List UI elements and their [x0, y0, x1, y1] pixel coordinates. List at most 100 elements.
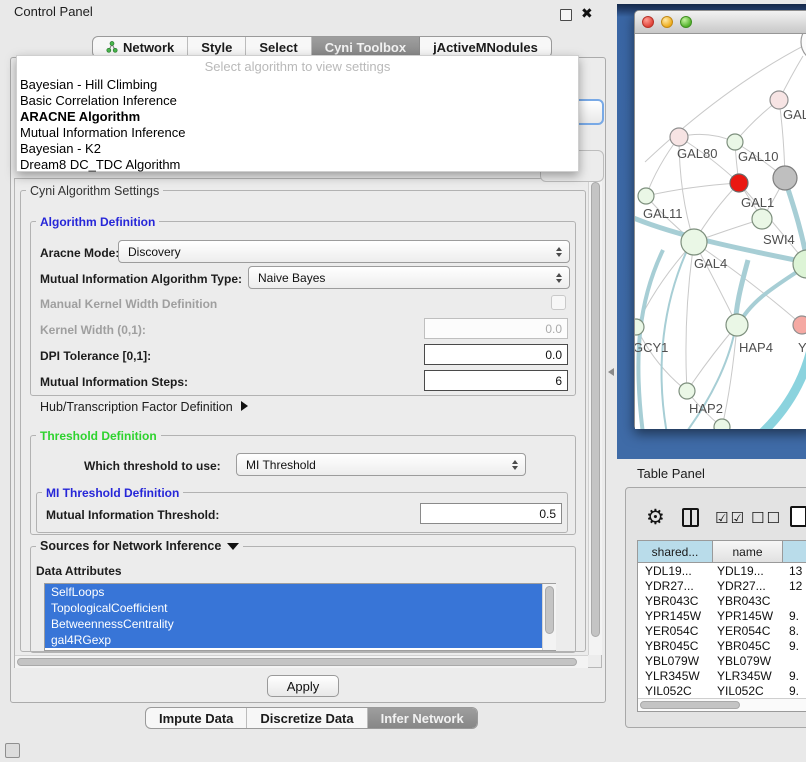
hub-definition-label: Hub/Transcription Factor Definition	[40, 400, 233, 414]
dpi-tolerance-label: DPI Tolerance [0,1]:	[40, 349, 151, 363]
sources-group-toggle[interactable]: Sources for Network Inference	[36, 539, 243, 553]
algorithm-option-bayesian-k2[interactable]: Bayesian - K2	[17, 141, 578, 157]
network-node[interactable]	[714, 419, 730, 429]
table-body: YDL19...YDL19...13YDR27...YDR27...12YBR0…	[638, 563, 806, 701]
float-panel-icon[interactable]	[560, 9, 572, 21]
scrollbar-thumb[interactable]	[640, 701, 740, 709]
network-edge[interactable]	[646, 183, 739, 196]
which-threshold-select[interactable]: MI Threshold	[236, 453, 526, 476]
settings-horizontal-scrollbar[interactable]	[15, 655, 588, 668]
network-node[interactable]	[681, 229, 707, 255]
attribute-item-betweennesscentrality[interactable]: BetweennessCentrality	[45, 616, 542, 632]
apply-button[interactable]: Apply	[267, 675, 339, 697]
column-header-name[interactable]: name	[713, 541, 783, 562]
table-row[interactable]: YBR045CYBR045C9.	[638, 638, 806, 653]
settings-vertical-scrollbar[interactable]	[588, 179, 602, 655]
close-traffic-light-icon[interactable]	[642, 16, 654, 28]
network-node[interactable]	[670, 128, 688, 146]
aracne-mode-select[interactable]: Discovery	[118, 240, 570, 263]
close-icon[interactable]: ✖	[581, 5, 593, 22]
mi-type-label: Mutual Information Algorithm Type:	[40, 272, 242, 286]
split-collapse-arrow-icon[interactable]	[608, 368, 614, 376]
mi-steps-field[interactable]: 6	[424, 370, 568, 391]
network-node[interactable]	[730, 174, 748, 192]
kernel-width-label: Kernel Width (0,1):	[40, 323, 146, 337]
scrollbar-thumb[interactable]	[17, 658, 577, 666]
unchecked-columns-icon[interactable]: ☐☐	[751, 509, 782, 527]
kernel-width-field[interactable]: 0.0	[424, 318, 568, 339]
algorithm-list: Bayesian - Hill ClimbingBasic Correlatio…	[17, 77, 578, 173]
table-row[interactable]: YIL052CYIL052C9.	[638, 683, 806, 698]
column-header-shared[interactable]: shared...	[638, 541, 713, 562]
tab-infer-network[interactable]: Infer Network	[368, 708, 477, 728]
network-view-window[interactable]: GALGAL80GAL10GAL11GAL1SWI4GAL4GCY1HAP4YH…	[634, 10, 806, 429]
zoom-traffic-light-icon[interactable]	[680, 16, 692, 28]
node-table: shared...name YDL19...YDL19...13YDR27...…	[637, 540, 806, 712]
checked-columns-icon[interactable]: ☑☑	[715, 509, 746, 527]
table-horizontal-scrollbar[interactable]	[638, 698, 806, 711]
network-node[interactable]	[679, 383, 695, 399]
aracne-mode-label: Aracne Mode:	[40, 246, 119, 260]
tab-discretize-data[interactable]: Discretize Data	[247, 708, 367, 728]
stepper-arrows-icon	[556, 273, 562, 283]
algorithm-option-bayesian-hill-climbing[interactable]: Bayesian - Hill Climbing	[17, 77, 578, 93]
attribute-item-topologicalcoefficient[interactable]: TopologicalCoefficient	[45, 600, 542, 616]
network-node[interactable]	[726, 314, 748, 336]
algorithm-definition-title: Algorithm Definition	[36, 215, 159, 229]
algorithm-option-basic-correlation-inference[interactable]: Basic Correlation Inference	[17, 93, 578, 109]
scrollbar-thumb[interactable]	[545, 586, 554, 634]
export-table-icon[interactable]	[790, 506, 806, 527]
mi-threshold-group-title: MI Threshold Definition	[42, 486, 183, 500]
network-edge[interactable]	[686, 242, 694, 391]
network-edge[interactable]	[738, 266, 806, 326]
table-cell: YIL052C	[713, 684, 783, 698]
network-edge[interactable]	[662, 246, 689, 429]
network-edge[interactable]	[687, 325, 737, 391]
tab-cyni-toolbox[interactable]: Cyni Toolbox	[312, 37, 420, 57]
node-label-hap4: HAP4	[739, 340, 773, 355]
tab-impute-data[interactable]: Impute Data	[146, 708, 247, 728]
mi-type-select[interactable]: Naive Bayes	[248, 266, 570, 289]
column-header-2[interactable]	[783, 541, 806, 562]
table-row[interactable]: YDL19...YDL19...13	[638, 563, 806, 578]
dpi-tolerance-field[interactable]: 0.0	[424, 344, 568, 365]
attributes-list-scrollbar[interactable]	[542, 584, 556, 650]
attribute-item-selfloops[interactable]: SelfLoops	[45, 584, 542, 600]
table-row[interactable]: YLR345WYLR345W9.	[638, 668, 806, 683]
floating-panel-icon[interactable]	[5, 743, 20, 758]
table-row[interactable]: YBL079WYBL079W	[638, 653, 806, 668]
hub-definition-toggle[interactable]: Hub/Transcription Factor Definition	[40, 400, 248, 414]
table-row[interactable]: YPR145WYPR145W9.	[638, 608, 806, 623]
algorithm-option-mutual-information-inference[interactable]: Mutual Information Inference	[17, 125, 578, 141]
columns-icon[interactable]	[682, 508, 699, 527]
minimize-traffic-light-icon[interactable]	[661, 16, 673, 28]
table-header-row: shared...name	[638, 541, 806, 563]
algorithm-option-aracne-algorithm[interactable]: ARACNE Algorithm	[17, 109, 578, 125]
attribute-item-gal4rgexp[interactable]: gal4RGexp	[45, 632, 542, 648]
network-window-titlebar[interactable]	[635, 11, 806, 34]
tab-jactivemnodules[interactable]: jActiveMNodules	[420, 37, 551, 57]
gear-icon[interactable]: ⚙	[646, 505, 665, 530]
network-graph: GALGAL80GAL10GAL11GAL1SWI4GAL4GCY1HAP4YH…	[635, 34, 806, 429]
network-edge[interactable]	[694, 242, 737, 325]
manual-kernel-checkbox[interactable]	[551, 295, 566, 310]
scrollbar-thumb[interactable]	[591, 182, 600, 637]
tab-label: Discretize Data	[260, 711, 353, 726]
algorithm-option-dream8-dc-tdc-algorithm[interactable]: Dream8 DC_TDC Algorithm	[17, 157, 578, 173]
network-node[interactable]	[793, 316, 806, 334]
table-row[interactable]: YBR043CYBR043C	[638, 593, 806, 608]
table-row[interactable]: YER054CYER054C8.	[638, 623, 806, 638]
network-canvas[interactable]: GALGAL80GAL10GAL11GAL1SWI4GAL4GCY1HAP4YH…	[635, 34, 806, 429]
table-row[interactable]: YDR27...YDR27...12	[638, 578, 806, 593]
tab-label: Impute Data	[159, 711, 233, 726]
stepper-arrows-icon	[556, 247, 562, 257]
network-node[interactable]	[773, 166, 797, 190]
tab-style[interactable]: Style	[188, 37, 246, 57]
mi-threshold-field[interactable]: 0.5	[420, 503, 562, 524]
node-label-gal10: GAL10	[738, 149, 778, 164]
network-node[interactable]	[727, 134, 743, 150]
network-node[interactable]	[752, 209, 772, 229]
network-node[interactable]	[638, 188, 654, 204]
tab-select[interactable]: Select	[246, 37, 311, 57]
tab-network[interactable]: Network	[93, 37, 188, 57]
